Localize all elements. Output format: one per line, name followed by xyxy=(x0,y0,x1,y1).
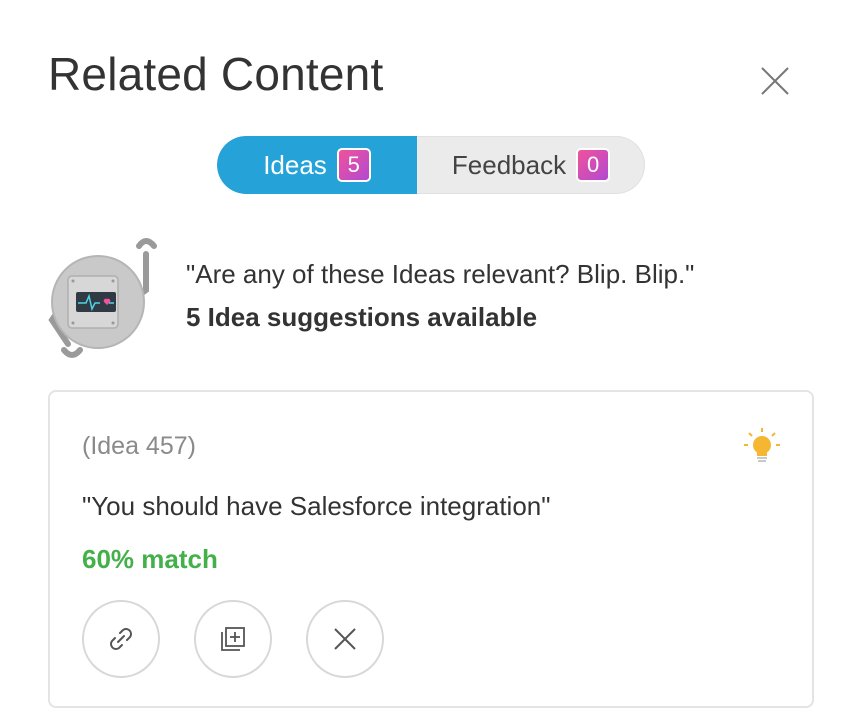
link-button[interactable] xyxy=(82,600,160,678)
content-type-toggle: Ideas 5 Feedback 0 xyxy=(217,136,645,194)
bot-message: "Are any of these Ideas relevant? Blip. … xyxy=(186,258,694,333)
tab-ideas[interactable]: Ideas 5 xyxy=(217,136,417,194)
bot-quote: "Are any of these Ideas relevant? Blip. … xyxy=(186,259,695,289)
merge-icon xyxy=(221,627,245,651)
idea-title: "You should have Salesforce integration" xyxy=(82,491,551,521)
tab-feedback-label: Feedback xyxy=(451,149,567,180)
panel-title: Related Content xyxy=(48,48,384,100)
close-icon xyxy=(761,67,789,95)
ideas-count-badge: 5 xyxy=(336,148,371,182)
idea-id: (Idea 457) xyxy=(82,432,196,460)
dismiss-button[interactable] xyxy=(306,600,384,678)
match-percentage: 60% match xyxy=(82,544,218,574)
lightbulb-icon xyxy=(740,424,784,468)
merge-button[interactable] xyxy=(194,600,272,678)
idea-actions xyxy=(82,600,384,678)
tab-feedback[interactable]: Feedback 0 xyxy=(417,136,645,194)
close-button[interactable] xyxy=(756,62,794,100)
link-icon xyxy=(110,628,132,650)
idea-card: (Idea 457) "You should have Salesforce i… xyxy=(48,390,814,708)
tab-ideas-label: Ideas xyxy=(263,149,327,180)
feedback-count-badge: 0 xyxy=(576,148,611,182)
robot-icon xyxy=(42,232,160,358)
suggestion-count: 5 Idea suggestions available xyxy=(186,302,538,332)
dismiss-icon xyxy=(334,628,356,650)
